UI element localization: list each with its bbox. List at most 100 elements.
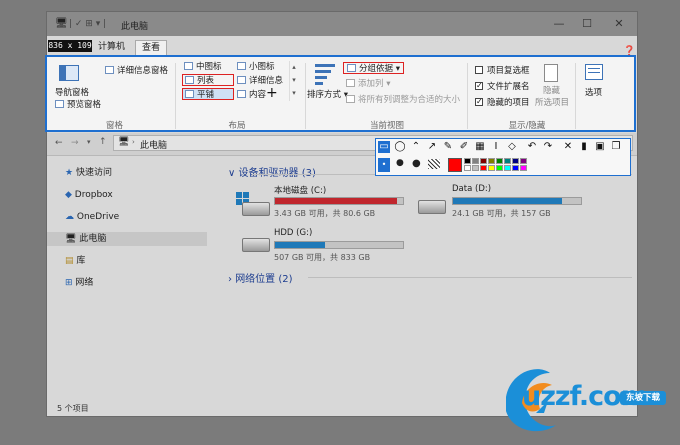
bookmark-icon[interactable]: ▮ (578, 141, 590, 153)
palette-swatch[interactable] (496, 158, 503, 164)
fill-pattern-icon[interactable] (428, 159, 440, 169)
group-label-layout: 布局 (228, 121, 246, 131)
palette-swatch[interactable] (464, 158, 471, 164)
small-icons-icon (237, 62, 246, 70)
fit-columns-icon (346, 95, 355, 103)
drive-g-usage-bar (274, 241, 404, 249)
drive-c-icon (242, 202, 270, 216)
nav-item-onedrive[interactable]: ☁ OneDrive (65, 210, 119, 224)
current-color-swatch[interactable] (448, 158, 462, 172)
hide-selected-label: 所选项目 (535, 98, 570, 108)
layout-tiles[interactable]: 平铺 (182, 88, 234, 100)
layout-medium-icons[interactable]: 中图标 (184, 61, 222, 73)
separator (467, 63, 468, 129)
cancel-icon[interactable]: ✕ (562, 141, 574, 153)
size-small-icon[interactable]: • (378, 158, 390, 172)
back-icon[interactable]: ← (55, 138, 63, 148)
forward-icon[interactable]: → (71, 138, 79, 148)
details-pane-button[interactable]: 详细信息窗格 (105, 65, 168, 77)
nav-item-dropbox[interactable]: ◆ Dropbox (65, 188, 113, 202)
ribbon: 导航窗格 预览窗格 详细信息窗格 窗格 中图标 小图标 列表 详细信息 平铺 内… (45, 55, 636, 132)
computer-icon: 🖥 (55, 18, 68, 29)
preview-pane-button[interactable]: 预览窗格 (55, 99, 101, 111)
tab-computer[interactable]: 计算机 (92, 40, 131, 54)
cloud-icon: ☁ (65, 212, 74, 222)
palette-swatch[interactable] (488, 165, 495, 171)
palette-swatch[interactable] (464, 165, 471, 171)
fit-columns-button[interactable]: 将所有列调整为合适的大小 (346, 94, 460, 106)
add-column-button[interactable]: 添加列 ▾ (346, 78, 390, 90)
drive-d-icon (418, 200, 446, 214)
quick-access-toolbar[interactable]: | ✓ ⊞ ▾ | (69, 19, 106, 29)
save-icon[interactable]: ▣ (594, 141, 606, 153)
chevron-down-icon: ∨ (228, 168, 236, 179)
hide-selected-button[interactable]: 隐藏 (543, 85, 560, 97)
minimize-button[interactable]: — (547, 17, 571, 31)
size-large-icon[interactable]: ● (412, 158, 421, 169)
mosaic-tool-icon[interactable]: ▦ (474, 141, 486, 153)
nav-item-this-pc[interactable]: 🖥 此电脑 (47, 232, 207, 246)
palette-swatch[interactable] (496, 165, 503, 171)
palette-swatch[interactable] (504, 165, 511, 171)
size-medium-icon[interactable]: ● (396, 158, 404, 168)
item-checkbox-toggle[interactable]: 项目复选框 (475, 65, 530, 77)
drive-c-usage-fill (275, 198, 398, 204)
separator (175, 63, 176, 129)
layout-content[interactable]: 内容 (237, 89, 266, 101)
close-button[interactable]: ✕ (607, 17, 631, 31)
computer-icon: 🖥 (118, 137, 130, 147)
file-ext-toggle[interactable]: 文件扩展名 (475, 80, 530, 93)
drive-g-name[interactable]: HDD (G:) (274, 228, 312, 238)
palette-swatch[interactable] (488, 158, 495, 164)
layout-scroll[interactable]: ▴ ▾ ▾ (289, 61, 298, 101)
rectangle-tool-icon[interactable]: ▭ (378, 141, 390, 153)
up-icon[interactable]: ↑ (99, 137, 107, 147)
copy-icon[interactable]: ❐ (610, 141, 622, 153)
nav-item-libraries[interactable]: ▤ 库 (65, 254, 85, 268)
palette-swatch[interactable] (512, 158, 519, 164)
computer-icon: 🖥 (65, 234, 77, 244)
palette-swatch[interactable] (520, 165, 527, 171)
redo-icon[interactable]: ↷ (542, 141, 554, 153)
ellipse-tool-icon[interactable]: ◯ (394, 141, 406, 153)
drive-c-name[interactable]: 本地磁盘 (C:) (274, 184, 326, 196)
hidden-items-toggle[interactable]: 隐藏的项目 (475, 96, 530, 109)
polyline-tool-icon[interactable]: ⌃ (410, 141, 422, 153)
arrow-tool-icon[interactable]: ↗ (426, 141, 438, 153)
group-by-button[interactable]: 分组依据 ▾ (343, 62, 404, 74)
network-icon: ⊞ (65, 278, 73, 288)
palette-swatch[interactable] (472, 165, 479, 171)
devices-section-header[interactable]: ∨ 设备和驱动器 (3) (228, 164, 316, 179)
options-button[interactable]: 选项 (585, 87, 602, 99)
tab-view[interactable]: 查看 (135, 40, 168, 55)
nav-pane-button[interactable]: 导航窗格 (55, 87, 89, 99)
nav-item-network[interactable]: ⊞ 网络 (65, 276, 93, 290)
palette-swatch[interactable] (472, 158, 479, 164)
drive-d-name[interactable]: Data (D:) (452, 184, 491, 194)
palette-swatch[interactable] (520, 158, 527, 164)
maximize-button[interactable]: ☐ (575, 17, 599, 31)
highlighter-tool-icon[interactable]: ✐ (458, 141, 470, 153)
palette-swatch[interactable] (480, 158, 487, 164)
text-tool-icon[interactable]: I (490, 141, 502, 153)
palette-swatch[interactable] (504, 158, 511, 164)
pen-tool-icon[interactable]: ✎ (442, 141, 454, 153)
drive-c-info: 3.43 GB 可用，共 80.6 GB (274, 209, 376, 218)
medium-icons-icon (184, 62, 193, 70)
color-palette[interactable] (464, 158, 527, 171)
recent-icon[interactable]: ▾ (87, 138, 91, 146)
address-path: 此电脑 (140, 141, 168, 151)
drive-c-usage-bar (274, 197, 404, 205)
eraser-tool-icon[interactable]: ◇ (506, 141, 518, 153)
logo-tag: 东坡下载 (620, 391, 666, 405)
network-section-header[interactable]: › 网络位置 (2) (228, 270, 293, 285)
palette-swatch[interactable] (480, 165, 487, 171)
palette-swatch[interactable] (512, 165, 519, 171)
layout-list[interactable]: 列表 (182, 74, 234, 86)
layout-small-icons[interactable]: 小图标 (237, 61, 275, 73)
sort-by-button[interactable]: 排序方式 ▾ (307, 89, 348, 101)
checkbox-checked-icon (475, 80, 483, 92)
undo-icon[interactable]: ↶ (526, 141, 538, 153)
checkbox-checked-icon (475, 96, 483, 108)
nav-item-quick-access[interactable]: ★ 快速访问 (65, 166, 112, 180)
